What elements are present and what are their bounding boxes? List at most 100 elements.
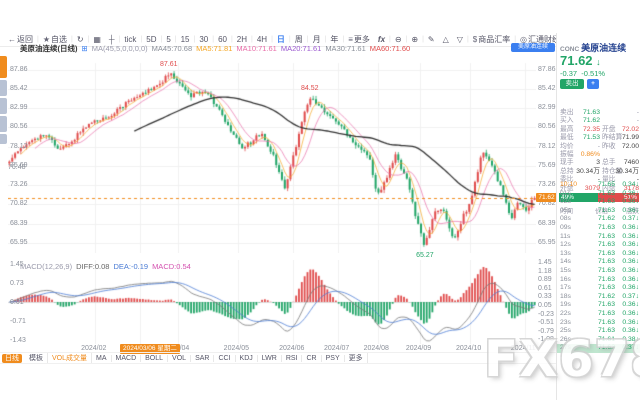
left-tool-tab-1[interactable] [0,80,7,96]
fx-indicator-button[interactable]: fx [374,35,389,44]
tape-change: 0.36↓ [622,284,639,293]
left-tool-tab-2[interactable] [0,98,7,114]
zoom-out-icon[interactable]: ⊖ [391,35,406,44]
indicator-7[interactable]: CCI [214,355,235,362]
y-label-right-6: 73.26 [538,181,556,189]
indicator-13[interactable]: 更多 [345,353,368,363]
tape-price: 71.63 [587,327,615,336]
quote-field-row: 最低71.53昨结算71.99 [557,134,640,142]
add-watchlist-button[interactable]: + [587,79,599,89]
draw-line-icon[interactable]: ✎ [424,35,439,44]
field-value: - [637,109,639,117]
tape-row: 09s71.630.36↓ [557,224,640,233]
tape-price: 71.61 [587,336,615,345]
tape-change: 0.36↓ [622,224,639,233]
sell-button[interactable]: 卖出 [560,79,584,89]
field-label: 昨结算 [602,134,622,142]
tape-time: 02s [560,198,571,207]
tape-row: 25s71.630.36↓ [557,327,640,336]
tape-change: 0.36↓ [622,198,639,207]
tape-row: 08s71.620.37↓ [557,215,640,224]
tape-time: 25s [560,327,571,336]
y-label-left-4: 78.12 [10,143,28,151]
triangle-up-icon[interactable]: △ [439,35,453,44]
period-chip[interactable]: 日线 [2,354,22,363]
indicator-11[interactable]: CR [302,355,321,362]
field-value: 72.00 [622,143,639,151]
crosshair-icon[interactable]: ┼ [105,35,119,44]
indicator-1[interactable]: VOL成交量 [48,353,92,363]
field-value: 71.99 [622,134,639,142]
indicator-4[interactable]: BOLL [141,355,168,362]
tape-time: 01s [560,190,571,199]
link-0[interactable]: $商品汇率 [469,34,514,45]
indicator-3[interactable]: MACD [112,355,142,362]
tape-price: 71.63 [587,250,615,259]
tape-time: 15s [560,267,571,276]
left-tool-tab-4[interactable] [0,134,7,144]
tape-change: 0.36↓ [622,250,639,259]
indicator-0[interactable]: 模板 [25,353,48,363]
tape-price: 71.63 [587,276,615,285]
period-2H[interactable]: 2H [233,35,251,44]
tape-change: 0.36↓ [622,190,639,199]
macd-y-right-9: -1.08 [538,336,554,344]
refresh-icon[interactable]: ↻ [73,35,88,44]
period-tick[interactable]: tick [120,35,140,44]
indicator-9[interactable]: LWR [258,355,282,362]
macd-y-right-2: 0.89 [538,276,552,284]
tape-row: 19s71.630.36↓ [557,301,640,310]
tape-price: 71.62 [587,215,615,224]
field-value: 7460 [624,159,639,167]
y-label-left-9: 65.95 [10,239,28,247]
left-tool-tab-3[interactable] [0,116,7,132]
tape-change: 0.36↓ [622,319,639,328]
period-30[interactable]: 30 [195,35,212,44]
y-label-left-3: 80.56 [10,123,28,131]
indicator-10[interactable]: RSI [282,355,303,362]
y-label-left-8: 68.39 [10,220,28,228]
field-label: 开盘 [602,126,616,134]
tape-price: 71.63 [587,190,615,199]
indicator-2[interactable]: MA [92,355,112,362]
tape-price: 71.63 [587,267,615,276]
dollar-icon: $ [473,35,477,44]
zoom-in-icon[interactable]: ⊕ [407,35,422,44]
indicator-6[interactable]: SAR [191,355,214,362]
tape-time: 19s [560,301,571,310]
tape-time: 11s [560,233,570,242]
instrument-tag[interactable]: 美原油连续 [511,43,555,52]
ma-setting: MA(45,5,0,0,0,0) [92,44,148,53]
left-tool-tab-0[interactable] [0,56,7,78]
quote-field-row: 最高72.35开盘72.02 [557,126,640,134]
macd-y-left-0: 1.45 [10,261,24,269]
indicator-bar: 日线 模板VOL成交量MAMACDBOLLVOLSARCCIKDJLWRRSIC… [0,352,556,364]
period-4H[interactable]: 4H [253,35,271,44]
price-marker-65.27: 65.27 [416,252,434,260]
candlestick-chart-canvas[interactable] [8,53,536,253]
period-15[interactable]: 15 [177,35,194,44]
field-value: 72.02 [622,126,639,134]
indicator-5[interactable]: VOL [168,355,191,362]
tape-price: 71.62 [587,344,615,353]
triangle-down-icon[interactable]: ▽ [453,35,467,44]
indicator-12[interactable]: PSY [322,355,345,362]
period-60[interactable]: 60 [214,35,231,44]
tape-row: 26s71.610.38↓ [557,336,640,345]
y-label-left-2: 82.99 [10,104,28,112]
ma-settings-icon[interactable]: ⊞ [82,44,88,53]
tape-change: 0.36↓ [622,258,639,267]
indicator-8[interactable]: KDJ [236,355,258,362]
field-value: 30.34万 [576,168,600,176]
chart-grid-icon[interactable]: ▦ [89,35,105,44]
y-label-right-1: 85.42 [538,85,556,93]
tape-price: 71.63 [587,241,615,250]
field-label: 总持 [560,168,574,176]
tape-change: 0.36↓ [622,310,639,319]
period-5D[interactable]: 5D [142,35,160,44]
macd-chart-canvas[interactable] [8,260,536,344]
trading-app: ←返回|★自选|↻|▦┼|tick|5D|5|15|30|60|2H|4H|日|… [0,0,640,400]
period-5[interactable]: 5 [162,35,174,44]
tape-time: 12s [560,241,571,250]
tape-change: 0.37↓ [622,293,639,302]
